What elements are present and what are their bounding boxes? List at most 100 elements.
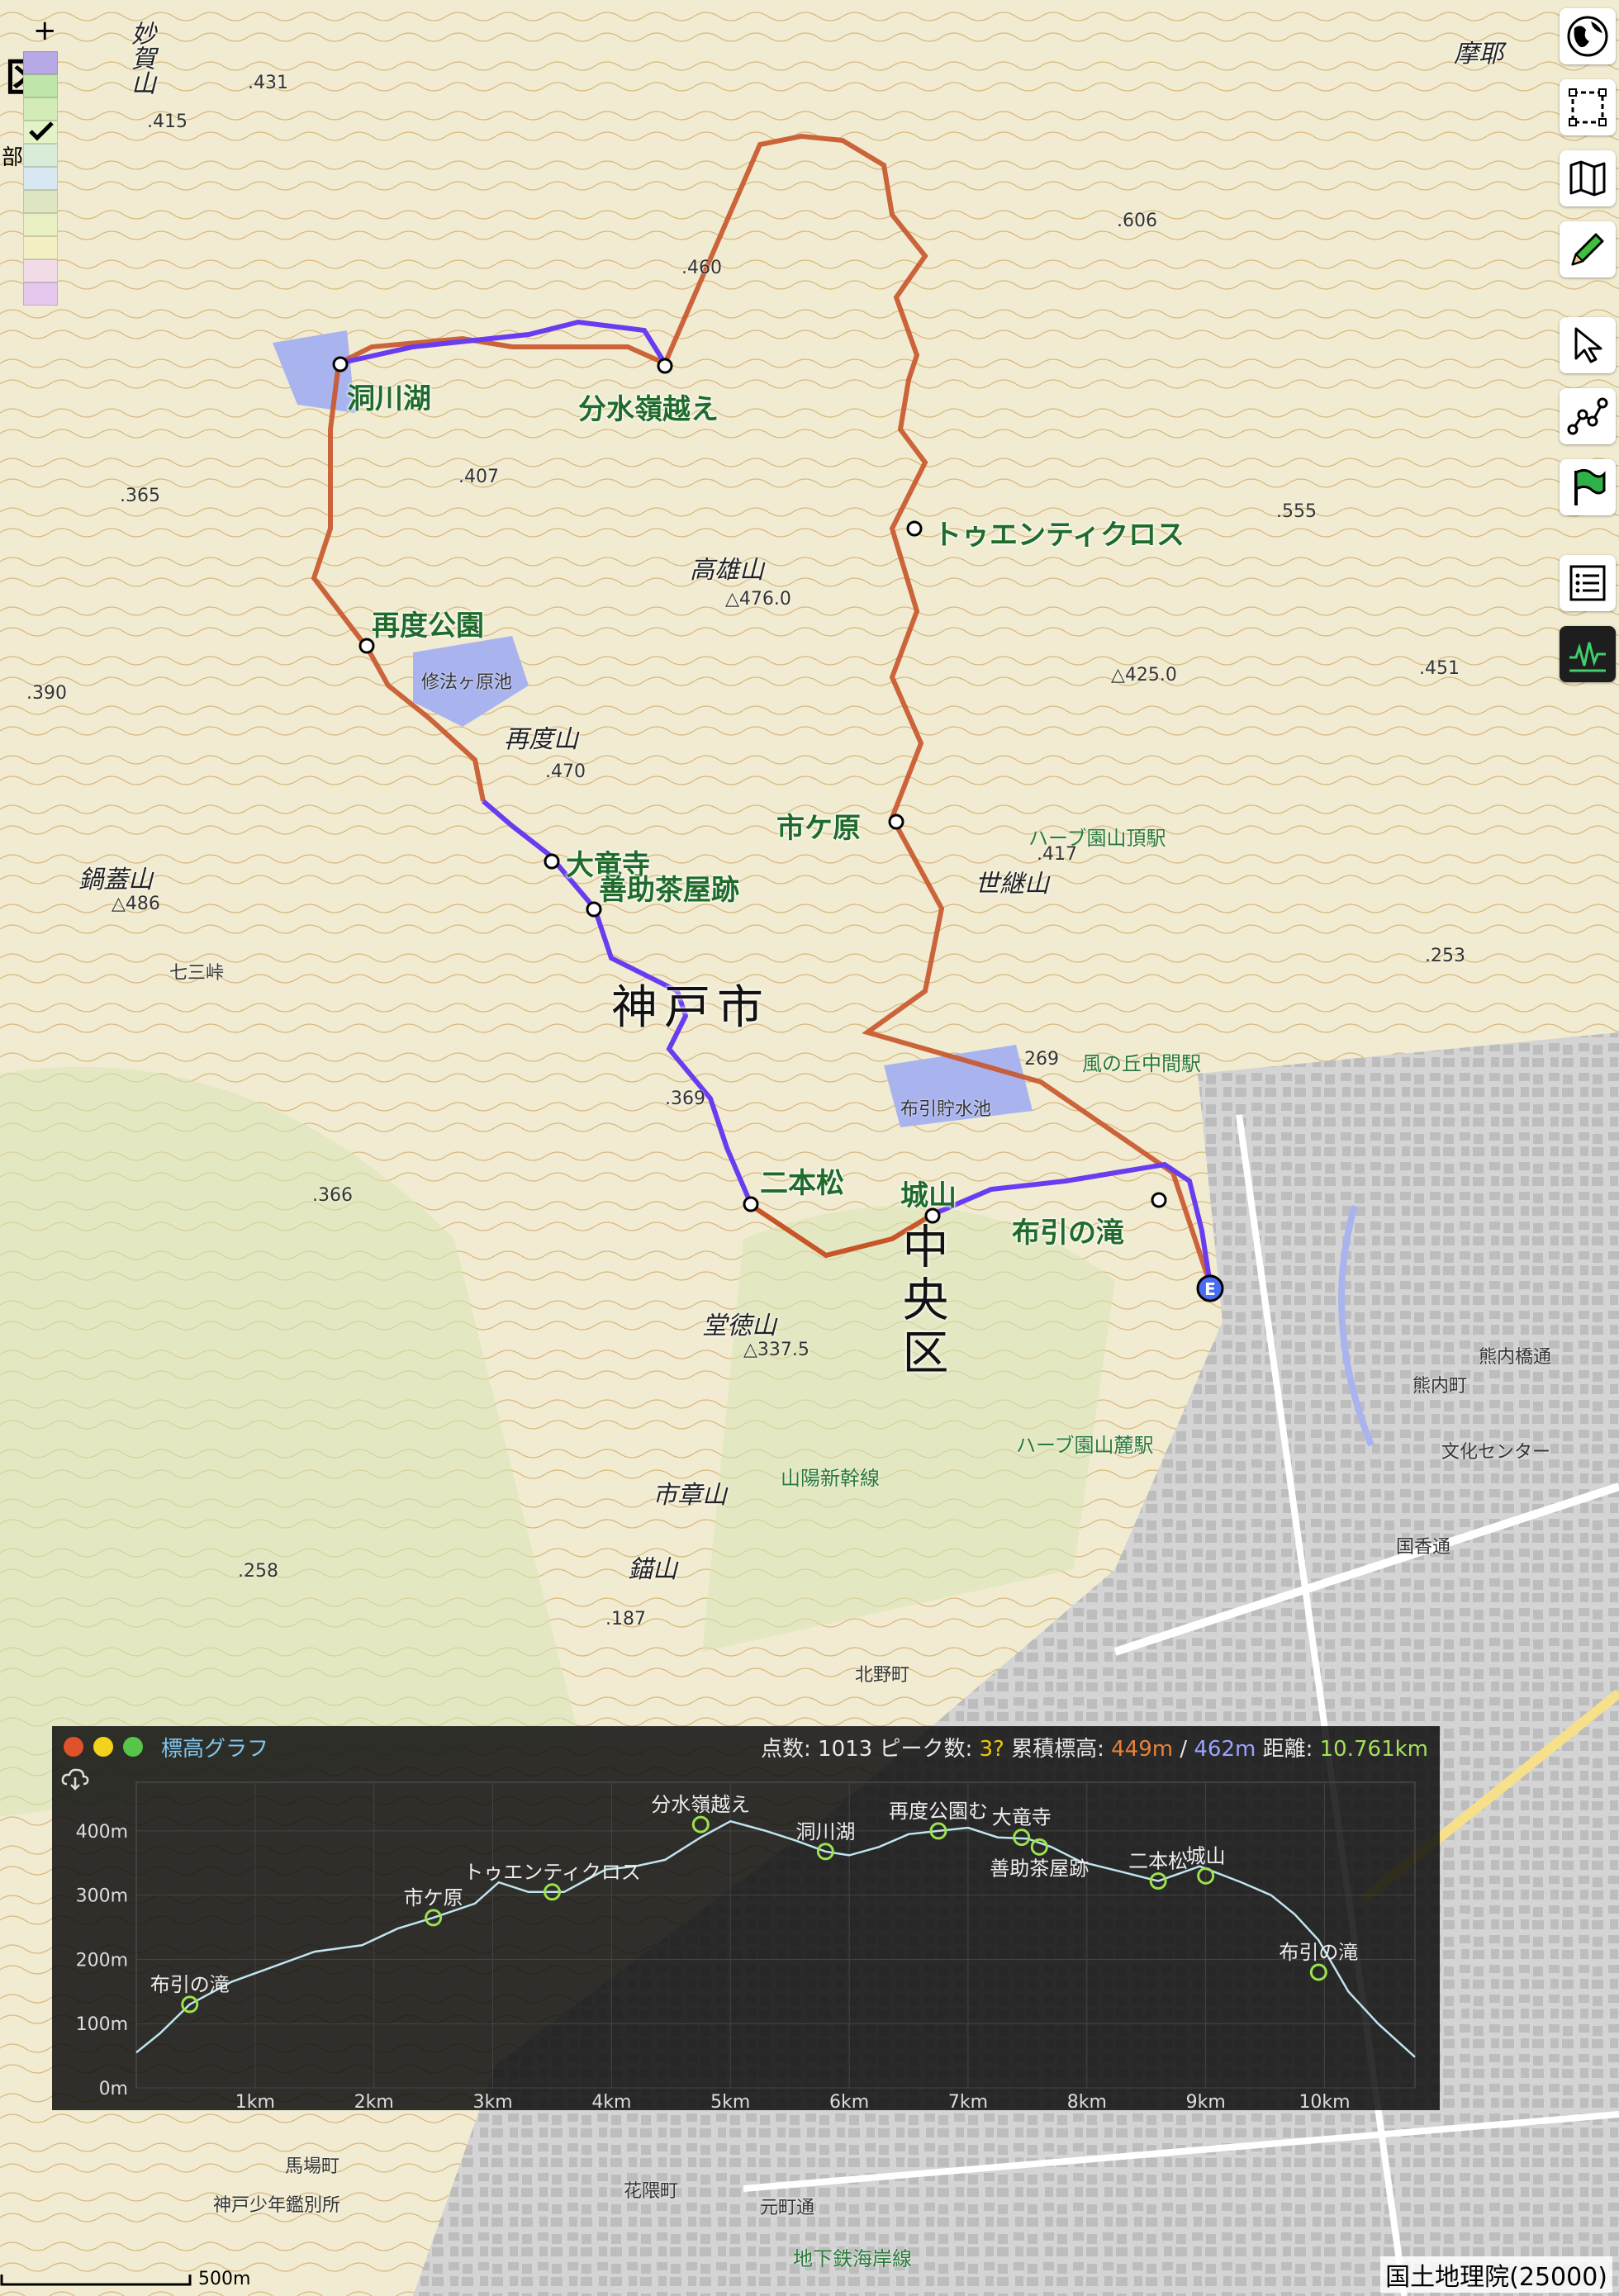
mountain-label: 世継山 (975, 870, 1049, 899)
select-rect-icon (1569, 88, 1607, 126)
draw-button[interactable] (1560, 221, 1616, 278)
elevation-chart[interactable]: 0m 100m 200m 300m 400m 1km 2km 3km 4km 5km 6km 7km 8… (52, 1767, 1440, 2110)
mountain-label: 再度山 (504, 725, 578, 754)
attribution: 国土地理院(25000) (1380, 2256, 1612, 2293)
mountain-label: 堂徳山 (702, 1312, 776, 1340)
legend-checkbox[interactable] (23, 121, 58, 144)
elevation-panel-header: 標高グラフ 点数: 1013 ピーク数: 3? 累積標高: 449m / 462… (52, 1726, 1440, 1791)
legend-panel: + 区 部 (0, 17, 58, 306)
spot-height: .417 (1037, 844, 1077, 865)
map-button[interactable] (1560, 150, 1616, 206)
x-tick-label: 7km (948, 2092, 988, 2110)
pencil-icon (1571, 233, 1604, 266)
waypoint-marker-label: 分水嶺越え (651, 1793, 750, 1816)
points-count: 1013 (818, 1736, 873, 1762)
waypoint-marker-label: 市ケ原 (404, 1886, 463, 1909)
waypoint-marker-label: 城山 (1186, 1844, 1226, 1867)
waypoint-marker-label: 二本松 (1128, 1850, 1188, 1873)
toolbar (1556, 0, 1619, 697)
elevation-stats: 点数: 1013 ピーク数: 3? 累積標高: 449m / 462m 距離: … (761, 1736, 1428, 1762)
spot-height: .415 (147, 111, 188, 132)
x-tick-label: 6km (829, 2092, 869, 2110)
legend-swatch (23, 213, 58, 236)
plot-area (135, 1781, 1416, 2089)
waypoint-marker-label: 洞川湖 (795, 1820, 855, 1843)
waypoint-marker-label: 再度公園む (889, 1800, 988, 1823)
place-label: 文化センター (1441, 1442, 1551, 1463)
pointer-button[interactable] (1560, 317, 1616, 373)
waypoint-marker-label: 布引の滝 (150, 1973, 230, 1996)
place-label: 花隈町 (624, 2181, 679, 2202)
x-tick-label: 2km (354, 2092, 394, 2110)
waypoint-label: 洞川湖 (347, 382, 431, 415)
waypoint-label: 善助茶屋跡 (599, 874, 739, 907)
spot-height: .258 (238, 1561, 278, 1582)
place-label: 国香通 (1396, 1537, 1451, 1558)
flag-icon (1574, 468, 1606, 505)
waypoint-label: 分水嶺越え (578, 393, 719, 426)
legend-swatch (23, 51, 58, 74)
place-label: ハーブ園山麓駅 (1016, 1434, 1154, 1457)
legend-swatch (23, 97, 58, 121)
legend-swatch (23, 74, 58, 97)
mountain-label: 鍋蓋山 (78, 866, 153, 894)
spot-height: .460 (681, 258, 722, 278)
spot-height: .390 (26, 683, 67, 704)
spot-height: .606 (1117, 211, 1157, 231)
waypoint-label: 城山 (900, 1179, 957, 1212)
route-icon (1567, 397, 1608, 435)
globe-icon (1567, 16, 1608, 57)
list-button[interactable] (1560, 555, 1616, 611)
peak-count: 3? (979, 1736, 1004, 1762)
mountain-label: 摩耶 (1454, 40, 1503, 69)
check-icon (29, 121, 54, 141)
elevation-graph-button[interactable] (1560, 626, 1616, 682)
place-label: 七三峠 (169, 963, 225, 984)
place-label: 熊内橋通 (1479, 1347, 1552, 1368)
close-button[interactable] (64, 1737, 83, 1757)
waypoint-label: トゥエンティクロス (933, 519, 1185, 552)
waypoint-marker (691, 1815, 710, 1833)
legend-swatch (23, 282, 58, 306)
waypoint-marker-label: 布引の滝 (1279, 1941, 1358, 1964)
place-label: 山陽新幹線 (781, 1467, 880, 1490)
waypoint-marker-label: 大竜寺 (992, 1806, 1052, 1829)
globe-button[interactable] (1560, 8, 1616, 64)
maximize-button[interactable] (123, 1737, 143, 1757)
minimize-button[interactable] (93, 1737, 113, 1757)
spot-height: △337.5 (743, 1340, 810, 1360)
waypoint-label: 市ケ原 (776, 812, 861, 845)
x-tick-label: 3km (472, 2092, 512, 2110)
elevation-title: 標高グラフ (161, 1736, 269, 1762)
spot-height: .555 (1276, 501, 1317, 522)
spot-height: .431 (248, 73, 288, 93)
elevation-panel: 標高グラフ 点数: 1013 ピーク数: 3? 累積標高: 449m / 462… (52, 1726, 1440, 2110)
gain-up: 449m (1111, 1736, 1174, 1762)
zoom-in-button[interactable]: + (0, 17, 58, 45)
place-label: 北野町 (855, 1665, 910, 1686)
y-tick-label: 400m (76, 1822, 128, 1843)
total-distance: 10.761km (1319, 1736, 1428, 1762)
x-tick-label: 9km (1186, 2092, 1226, 2110)
select-area-button[interactable] (1560, 79, 1616, 135)
marker-button[interactable] (1560, 459, 1616, 515)
waypoint-label: 再度公園 (372, 610, 484, 643)
spot-height: △476.0 (725, 589, 791, 610)
spot-height: .253 (1425, 946, 1465, 966)
legend-swatch (23, 167, 58, 190)
place-label: 熊内町 (1412, 1376, 1468, 1397)
city-label: 神戸市 (611, 981, 770, 1035)
x-tick-label: 1km (235, 2092, 275, 2110)
x-tick-label: 4km (591, 2092, 631, 2110)
scale-label: 500m (198, 2269, 251, 2289)
spot-height: .407 (458, 467, 499, 487)
waypoint-marker (1309, 1963, 1327, 1981)
y-tick-label: 0m (99, 2079, 128, 2099)
legend-swatch (23, 144, 58, 167)
spot-height: △486 (112, 894, 160, 914)
spot-height: 269 (1024, 1049, 1059, 1070)
place-label: 元町通 (760, 2198, 815, 2218)
x-tick-label: 10km (1299, 2092, 1350, 2110)
route-button[interactable] (1560, 388, 1616, 444)
spot-height: .451 (1419, 658, 1460, 679)
